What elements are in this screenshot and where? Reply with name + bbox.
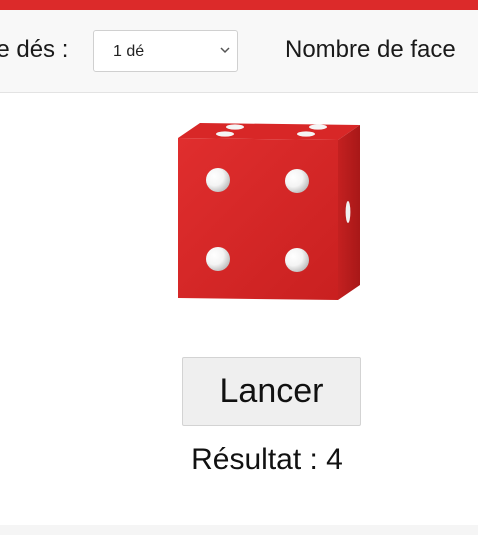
dice-count-label: le dés : xyxy=(0,36,69,63)
die-front-pip xyxy=(206,247,230,271)
die-3d xyxy=(178,123,360,300)
dice-count-select[interactable]: 1 dé xyxy=(93,30,238,72)
die-top-pip xyxy=(309,124,327,130)
chevron-down-icon xyxy=(220,47,230,54)
bottom-strip xyxy=(0,525,478,535)
roll-button[interactable]: Lancer xyxy=(182,357,361,426)
die-top-pip xyxy=(226,124,244,130)
die-front-pip xyxy=(206,168,230,192)
die-front-pip xyxy=(285,248,309,272)
dice-count-selected-value: 1 dé xyxy=(113,43,145,60)
top-accent-bar xyxy=(0,0,478,10)
dice-settings-toolbar: le dés : 1 dé Nombre de face xyxy=(0,10,478,93)
die-front-face xyxy=(178,138,338,300)
die-front-pip xyxy=(285,169,309,193)
result-text: Résultat : 4 xyxy=(191,443,343,476)
die-side-pip xyxy=(345,201,351,223)
die-top-face xyxy=(178,123,360,140)
die-top-pip xyxy=(297,131,315,137)
die-top-pip xyxy=(216,131,234,137)
faces-count-label: Nombre de face xyxy=(285,36,456,63)
